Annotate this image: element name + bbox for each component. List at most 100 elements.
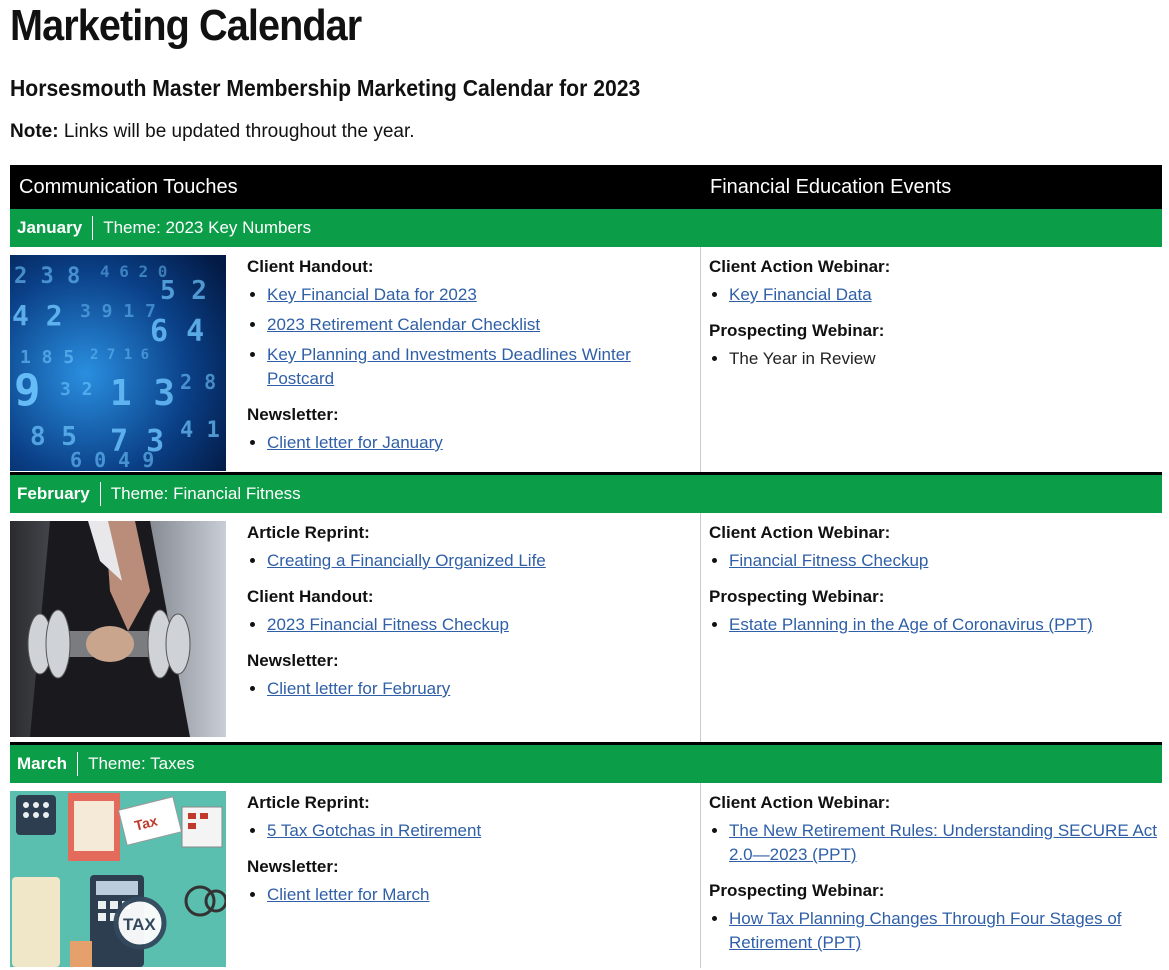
section-label: Newsletter: [247, 651, 339, 670]
svg-text:2 3 8: 2 3 8 [14, 264, 80, 289]
financial-education-february: Client Action Webinar: Financial Fitness… [700, 513, 1161, 742]
section-label: Client Handout: [247, 587, 374, 606]
tax-documents-illustration-image: Tax TAX [10, 791, 226, 967]
svg-text:1 3: 1 3 [110, 373, 175, 414]
list-item: 5 Tax Gotchas in Retirement [267, 819, 697, 843]
month-body-february: Article Reprint: Creating a Financially … [10, 513, 1162, 745]
svg-text:3 2: 3 2 [60, 379, 93, 400]
month-theme: Theme: Financial Fitness [110, 484, 301, 503]
year-in-review-text: The Year in Review [729, 349, 876, 368]
svg-text:TAX: TAX [123, 915, 156, 934]
section-label: Client Handout: [247, 257, 374, 276]
communication-touches-february: Article Reprint: Creating a Financially … [247, 521, 697, 713]
list-item: Key Planning and Investments Deadlines W… [267, 343, 697, 391]
month-bar-february: February Theme: Financial Fitness [10, 475, 1162, 513]
link-list: 2023 Financial Fitness Checkup [247, 613, 697, 637]
communication-touches-march: Article Reprint: 5 Tax Gotchas in Retire… [247, 791, 697, 919]
month-name: February [10, 482, 101, 506]
list-item: 2023 Retirement Calendar Checklist [267, 313, 697, 337]
list-item: Client letter for January [267, 431, 697, 455]
section-label: Prospecting Webinar: [709, 881, 885, 900]
section-label: Client Action Webinar: [709, 523, 891, 542]
link-list: Client letter for February [247, 677, 697, 701]
note-label: Note: [10, 121, 59, 142]
link-client-letter-january[interactable]: Client letter for January [267, 433, 443, 452]
list-item: Client letter for February [267, 677, 697, 701]
link-tax-planning-four-stages[interactable]: How Tax Planning Changes Through Four St… [729, 909, 1122, 952]
link-list: 5 Tax Gotchas in Retirement [247, 819, 697, 843]
list-item: 2023 Financial Fitness Checkup [267, 613, 697, 637]
svg-text:4 6 2 0: 4 6 2 0 [100, 262, 167, 281]
section-label: Prospecting Webinar: [709, 587, 885, 606]
note-text: Links will be updated throughout the yea… [58, 121, 415, 142]
month-body-january: 2 3 8 4 6 2 0 5 2 4 2 3 9 1 7 6 4 1 8 5 … [10, 247, 1162, 475]
svg-text:6 0 4 9: 6 0 4 9 [70, 448, 154, 471]
link-retirement-calendar-checklist[interactable]: 2023 Retirement Calendar Checklist [267, 315, 540, 334]
svg-text:5 2: 5 2 [160, 276, 207, 306]
header-communication-touches: Communication Touches [19, 176, 238, 198]
month-body-march: Tax TAX Article Reprint: 5 Tax Gotchas i… [10, 783, 1162, 968]
list-item: Client letter for March [267, 883, 697, 907]
blue-digital-numbers-image: 2 3 8 4 6 2 0 5 2 4 2 3 9 1 7 6 4 1 8 5 … [10, 255, 226, 471]
month-bar-march: March Theme: Taxes [10, 745, 1162, 783]
marketing-calendar-table: Communication Touches Financial Educatio… [10, 165, 1162, 968]
link-list: The New Retirement Rules: Understanding … [709, 819, 1161, 867]
link-list: Financial Fitness Checkup [709, 549, 1161, 573]
page-title: Marketing Calendar [10, 1, 362, 50]
table-header: Communication Touches Financial Educatio… [10, 165, 1162, 209]
link-financial-fitness-checkup-webinar[interactable]: Financial Fitness Checkup [729, 551, 928, 570]
link-financial-fitness-checkup-2023[interactable]: 2023 Financial Fitness Checkup [267, 615, 509, 634]
link-winter-postcard[interactable]: Key Planning and Investments Deadlines W… [267, 345, 631, 388]
header-financial-education-events: Financial Education Events [710, 176, 952, 198]
list-item: The New Retirement Rules: Understanding … [729, 819, 1161, 867]
list-item: Financial Fitness Checkup [729, 549, 1161, 573]
list-item: Estate Planning in the Age of Coronaviru… [729, 613, 1161, 637]
link-list: Client letter for March [247, 883, 697, 907]
month-theme: Theme: 2023 Key Numbers [103, 218, 312, 237]
businessman-dumbbell-image [10, 521, 226, 737]
section-label: Prospecting Webinar: [709, 321, 885, 340]
svg-text:2 7 1 6: 2 7 1 6 [90, 347, 149, 363]
month-bar-january: January Theme: 2023 Key Numbers [10, 209, 1162, 247]
link-list: The Year in Review [709, 347, 1161, 371]
financial-education-march: Client Action Webinar: The New Retiremen… [700, 783, 1161, 968]
month-name: January [10, 216, 94, 240]
link-list: How Tax Planning Changes Through Four St… [709, 907, 1161, 955]
link-list: Key Financial Data for 2023 2023 Retirem… [247, 283, 697, 391]
link-tax-gotchas[interactable]: 5 Tax Gotchas in Retirement [267, 821, 481, 840]
link-list: Creating a Financially Organized Life [247, 549, 697, 573]
link-key-financial-data-webinar[interactable]: Key Financial Data [729, 285, 872, 304]
svg-text:4 1: 4 1 [180, 418, 220, 443]
svg-text:3 9 1 7: 3 9 1 7 [80, 301, 156, 322]
svg-text:6 4: 6 4 [150, 314, 204, 349]
month-theme: Theme: Taxes [88, 754, 195, 773]
section-label: Article Reprint: [247, 523, 370, 542]
link-key-financial-data-2023[interactable]: Key Financial Data for 2023 [267, 285, 477, 304]
section-label: Client Action Webinar: [709, 793, 891, 812]
list-item: The Year in Review [729, 347, 1161, 371]
link-list: Client letter for January [247, 431, 697, 455]
link-financially-organized-life[interactable]: Creating a Financially Organized Life [267, 551, 546, 570]
section-label: Newsletter: [247, 405, 339, 424]
page-subtitle: Horsesmouth Master Membership Marketing … [10, 75, 641, 101]
financial-education-january: Client Action Webinar: Key Financial Dat… [700, 247, 1161, 472]
section-label: Newsletter: [247, 857, 339, 876]
link-client-letter-february[interactable]: Client letter for February [267, 679, 450, 698]
list-item: Key Financial Data for 2023 [267, 283, 697, 307]
svg-text:2 8: 2 8 [180, 370, 216, 394]
svg-text:9: 9 [14, 365, 41, 416]
month-name: March [10, 752, 79, 776]
communication-touches-january: Client Handout: Key Financial Data for 2… [247, 255, 697, 467]
link-list: Key Financial Data [709, 283, 1161, 307]
list-item: Creating a Financially Organized Life [267, 549, 697, 573]
note: Note: Links will be updated throughout t… [10, 118, 415, 146]
svg-text:4 2: 4 2 [12, 299, 63, 332]
link-estate-planning-coronavirus[interactable]: Estate Planning in the Age of Coronaviru… [729, 615, 1093, 634]
section-label: Client Action Webinar: [709, 257, 891, 276]
section-label: Article Reprint: [247, 793, 370, 812]
list-item: Key Financial Data [729, 283, 1161, 307]
link-list: Estate Planning in the Age of Coronaviru… [709, 613, 1161, 637]
link-secure-act-2[interactable]: The New Retirement Rules: Understanding … [729, 821, 1157, 864]
link-client-letter-march[interactable]: Client letter for March [267, 885, 430, 904]
list-item: How Tax Planning Changes Through Four St… [729, 907, 1161, 955]
